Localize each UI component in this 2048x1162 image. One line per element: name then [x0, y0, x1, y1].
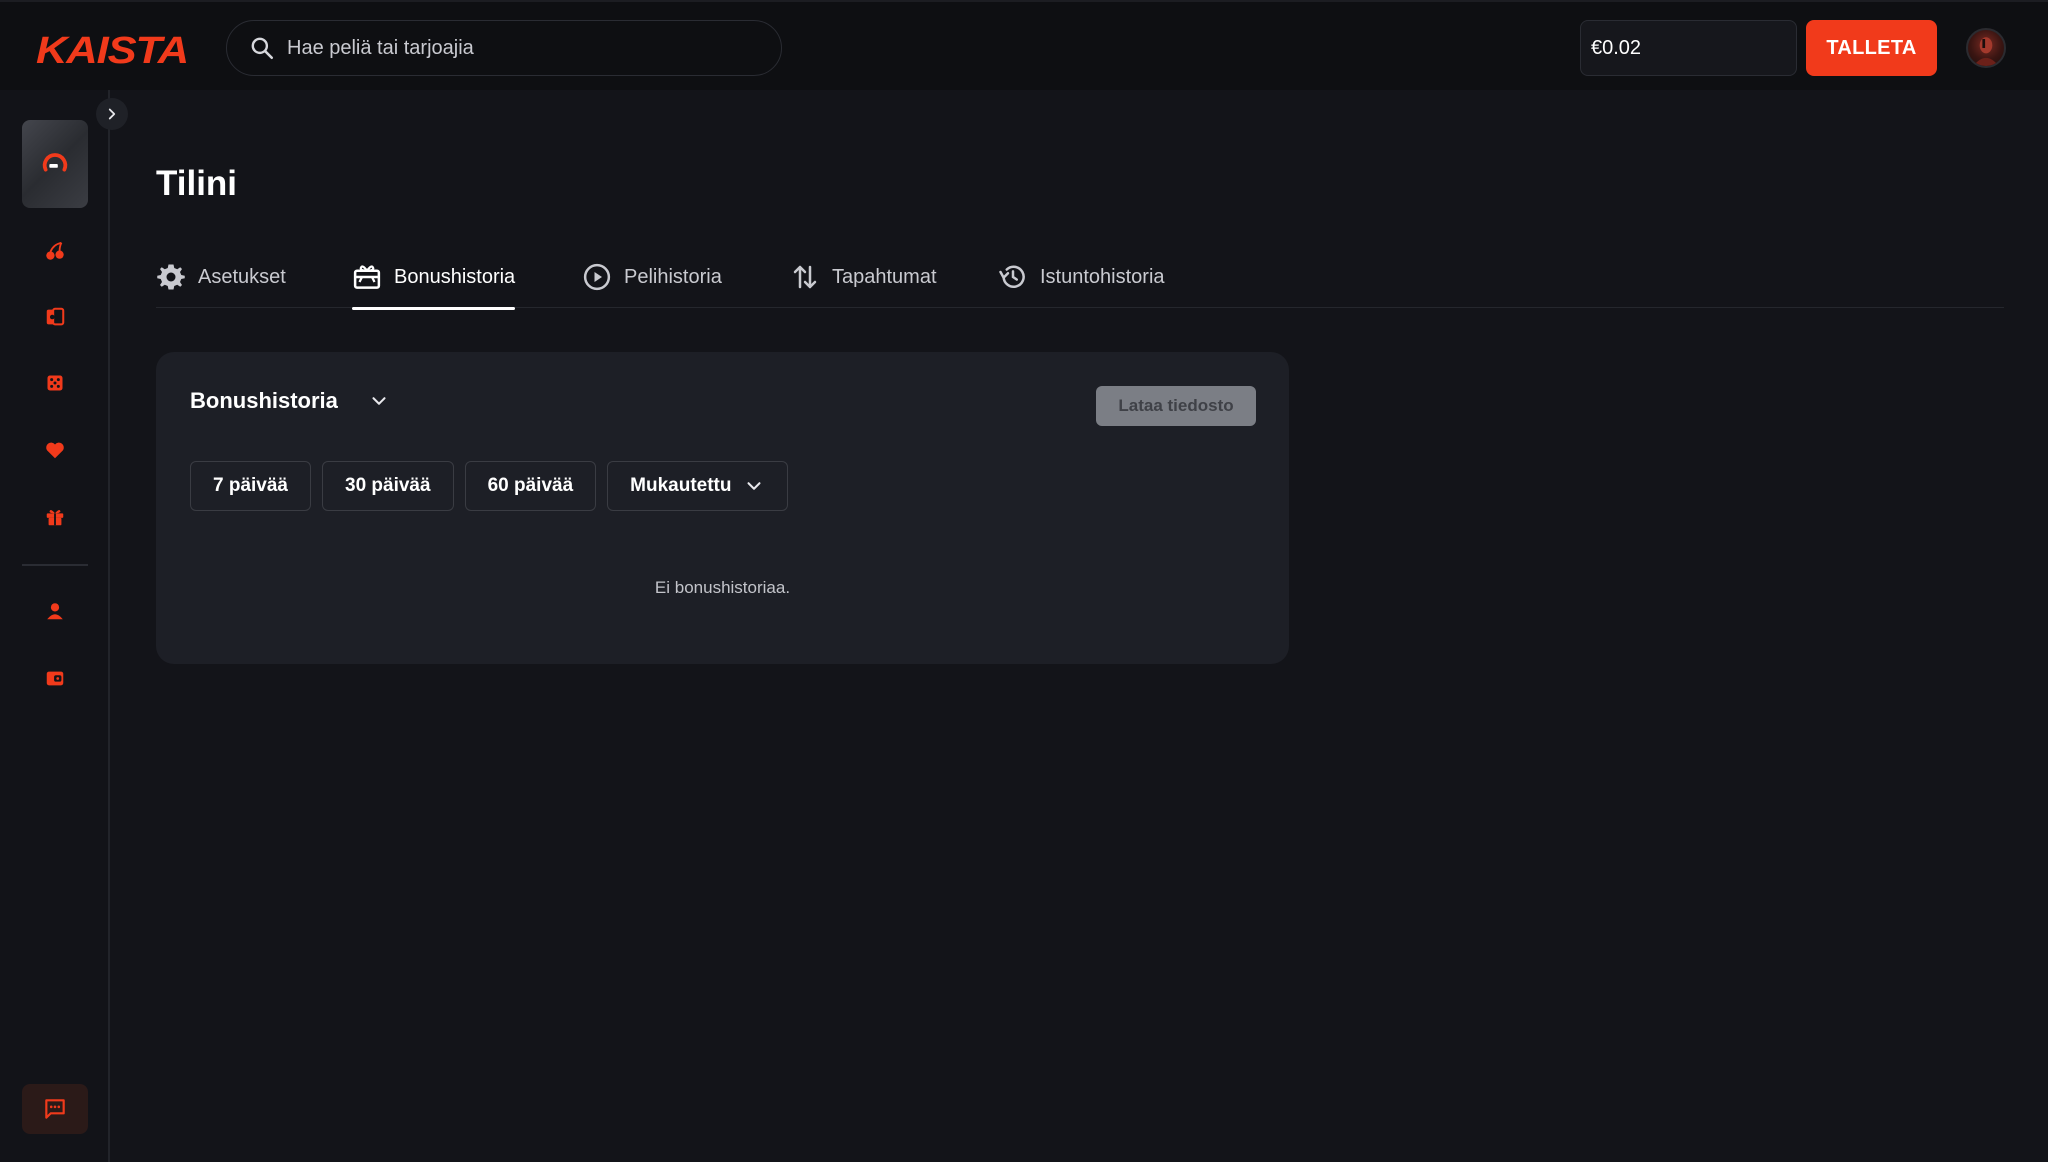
avatar-image [1973, 37, 1999, 66]
tab-transactions[interactable]: Tapahtumat [790, 246, 937, 308]
download-file-button[interactable]: Lataa tiedosto [1096, 386, 1256, 426]
chevron-down-icon [368, 390, 390, 412]
sidebar [0, 90, 110, 1162]
search-bar[interactable] [226, 20, 782, 76]
heart-icon [46, 442, 64, 459]
tab-game-history-label: Pelihistoria [624, 265, 722, 288]
tab-game-history[interactable]: Pelihistoria [582, 246, 722, 308]
sidebar-item-table-games[interactable] [22, 292, 88, 342]
dice-icon [47, 375, 63, 391]
svg-text:KAISTA: KAISTA [36, 30, 188, 68]
gift-card-icon [352, 262, 382, 292]
page-title: Tilini [156, 164, 238, 203]
card-title: Bonushistoria [190, 388, 338, 413]
user-icon [47, 603, 63, 620]
filter-custom-label: Mukautettu [630, 475, 732, 496]
sidebar-toggle-button[interactable] [96, 98, 128, 130]
kaista-logo[interactable]: KAISTA [34, 30, 194, 72]
filter-60-days-button[interactable]: 60 päivää [464, 461, 597, 511]
gear-icon [156, 262, 186, 292]
tab-session-history[interactable]: Istuntohistoria [998, 246, 1165, 308]
empty-state-message: Ei bonushistoriaa. [654, 578, 791, 597]
sidebar-item-favorites[interactable] [22, 425, 88, 475]
top-bar: KAISTA €0.02 TALLETA [0, 0, 2048, 90]
filter-7-days-button[interactable]: 7 päivää [190, 461, 311, 511]
tab-settings[interactable]: Asetukset [156, 246, 286, 308]
balance-value: €0.02 [1591, 36, 1642, 59]
sidebar-item-slots[interactable] [22, 226, 88, 276]
search-input[interactable] [287, 36, 747, 60]
tab-bonus-history-label: Bonushistoria [394, 265, 516, 288]
cherries-icon [46, 241, 64, 260]
filter-custom-button[interactable]: Mukautettu [607, 461, 789, 511]
search-icon [249, 35, 275, 61]
chevron-down-icon [743, 475, 765, 497]
balance-display[interactable]: €0.02 [1580, 20, 1797, 76]
avatar[interactable] [1966, 28, 2006, 68]
chat-button[interactable] [22, 1084, 88, 1134]
cards-icon [46, 307, 65, 326]
speedometer-icon [42, 153, 68, 172]
gift-icon [46, 510, 64, 526]
bonus-history-card: Bonushistoria Lataa tiedosto 7 päivää 30… [156, 352, 1289, 664]
filter-30-days-button[interactable]: 30 päivää [322, 461, 454, 511]
account-tabs: Asetukset Bonushistoria Pelihistoria Tap… [156, 246, 2004, 310]
sidebar-item-profile[interactable] [22, 586, 88, 636]
sidebar-item-wallet[interactable] [22, 653, 88, 703]
history-type-select[interactable]: Bonushistoria [190, 388, 390, 414]
sidebar-item-promotions[interactable] [22, 492, 88, 542]
deposit-button[interactable]: TALLETA [1806, 20, 1937, 76]
sidebar-item-live-casino[interactable] [22, 358, 88, 408]
logo-graphic: KAISTA [36, 30, 189, 72]
wallet-icon [46, 671, 64, 686]
tab-settings-label: Asetukset [198, 265, 286, 288]
tab-session-history-label: Istuntohistoria [1040, 265, 1165, 288]
transfer-arrows-icon [790, 262, 820, 292]
play-circle-icon [582, 262, 612, 292]
date-filter-group: 7 päivää 30 päivää 60 päivää Mukautettu [190, 461, 789, 511]
sidebar-item-home[interactable] [22, 120, 88, 208]
chat-icon [45, 1099, 65, 1119]
chevron-right-icon [108, 108, 116, 120]
tab-transactions-label: Tapahtumat [832, 265, 937, 288]
sidebar-divider [22, 564, 88, 566]
tab-bonus-history[interactable]: Bonushistoria [352, 246, 516, 310]
history-icon [998, 262, 1028, 292]
